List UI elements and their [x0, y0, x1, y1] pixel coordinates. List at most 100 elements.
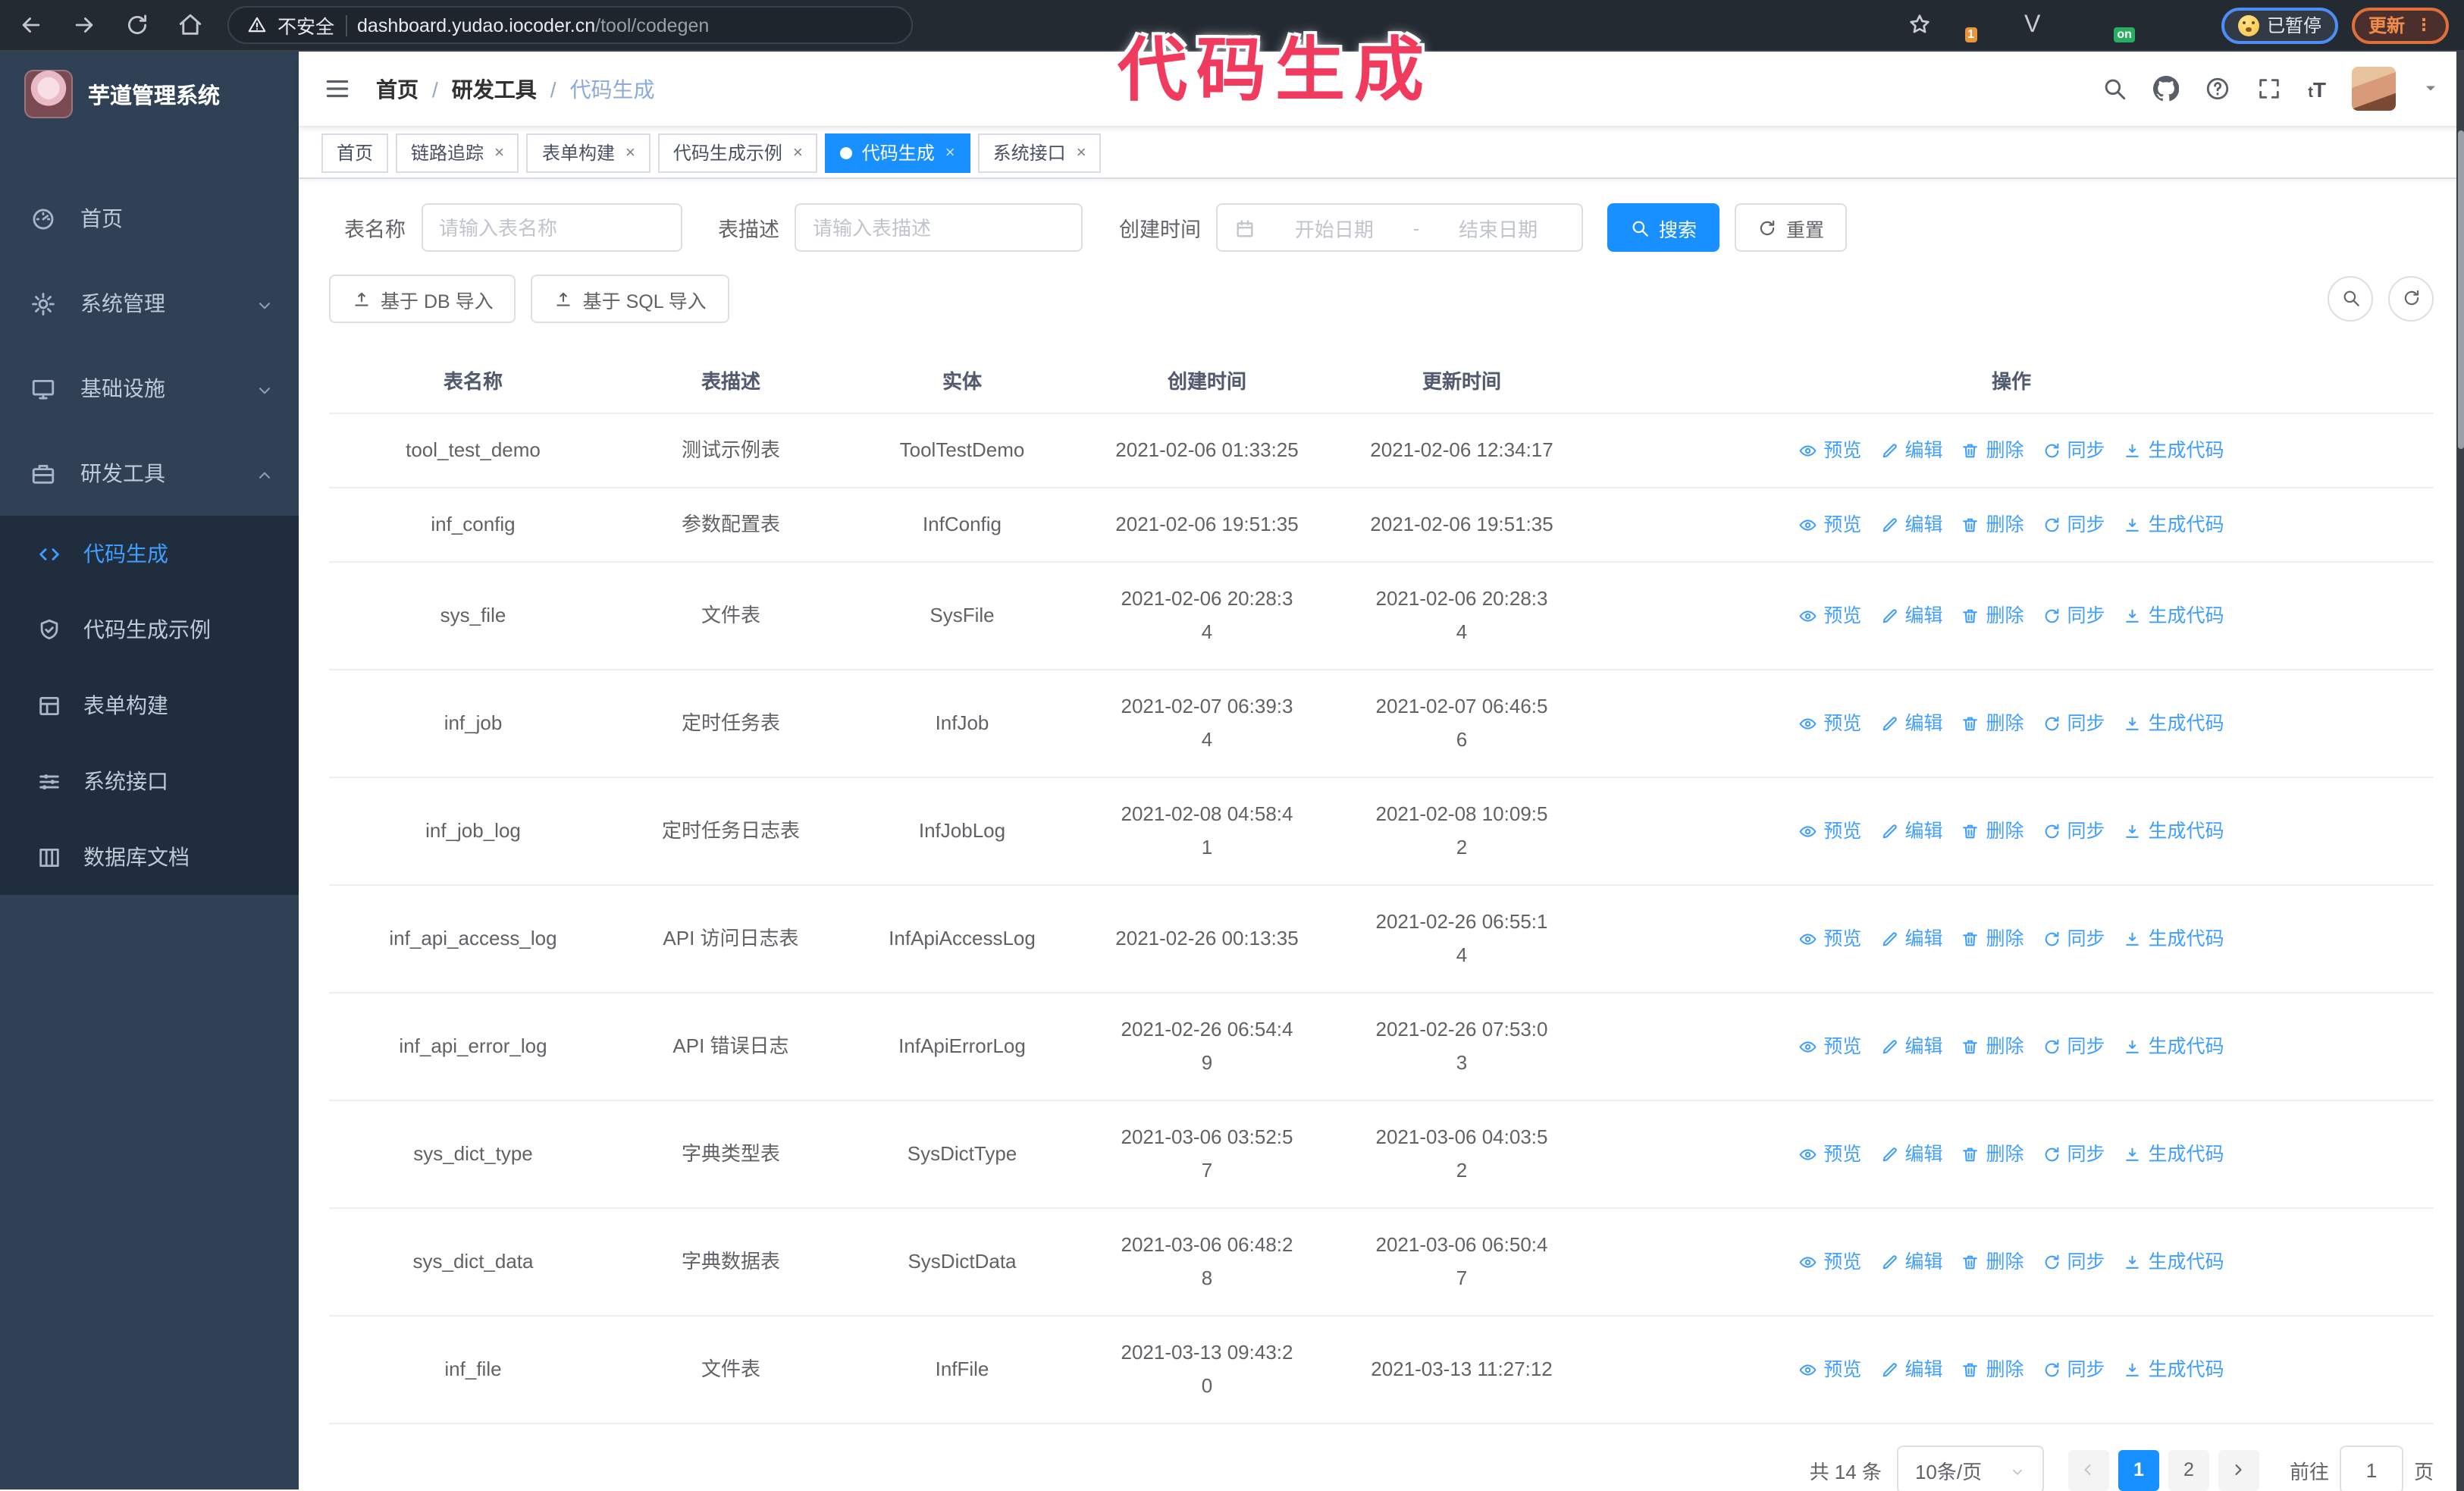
caret-down-icon[interactable]: [2422, 75, 2440, 102]
close-icon[interactable]: ×: [1077, 143, 1086, 162]
sync-link[interactable]: 同步: [2042, 1245, 2105, 1279]
search-button[interactable]: 搜索: [1607, 203, 1720, 252]
sync-link[interactable]: 同步: [2042, 508, 2105, 541]
page-button-1[interactable]: 1: [2118, 1449, 2159, 1490]
scrollbar-thumb[interactable]: [2457, 130, 2463, 449]
sql-import-button[interactable]: 基于 SQL 导入: [531, 275, 729, 323]
preview-link[interactable]: 预览: [1798, 1138, 1861, 1171]
close-icon[interactable]: ×: [625, 143, 635, 162]
extension-check-icon[interactable]: V: [2024, 12, 2050, 38]
generate-code-link[interactable]: 生成代码: [2124, 508, 2224, 541]
sync-link[interactable]: 同步: [2042, 1030, 2105, 1063]
avatar[interactable]: [2352, 67, 2396, 111]
sidebar-item-研发工具[interactable]: 研发工具: [0, 431, 299, 516]
preview-link[interactable]: 预览: [1798, 1245, 1861, 1279]
prev-page-button[interactable]: [2067, 1449, 2109, 1490]
next-page-button[interactable]: [2218, 1449, 2259, 1490]
browser-back-icon[interactable]: [18, 11, 44, 39]
edit-link[interactable]: 编辑: [1879, 1353, 1942, 1386]
delete-link[interactable]: 删除: [1961, 1030, 2024, 1063]
page-button-2[interactable]: 2: [2168, 1449, 2209, 1490]
delete-link[interactable]: 删除: [1961, 922, 2024, 956]
toggle-search-button[interactable]: [2328, 276, 2373, 322]
search-icon[interactable]: [2102, 75, 2127, 102]
sync-link[interactable]: 同步: [2042, 1353, 2105, 1386]
edit-link[interactable]: 编辑: [1879, 508, 1942, 541]
preview-link[interactable]: 预览: [1798, 1353, 1861, 1386]
app-logo-row[interactable]: 芋道管理系统: [0, 52, 299, 137]
preview-link[interactable]: 预览: [1798, 508, 1861, 541]
edit-link[interactable]: 编辑: [1879, 1138, 1942, 1171]
bookmark-star-icon[interactable]: [1908, 11, 1932, 39]
tab-表单构建[interactable]: 表单构建 ×: [526, 133, 650, 172]
refresh-table-button[interactable]: [2388, 276, 2434, 322]
close-icon[interactable]: ×: [945, 143, 955, 162]
delete-link[interactable]: 删除: [1961, 1245, 2024, 1279]
github-icon[interactable]: [2153, 75, 2180, 102]
sidebar-item-基础设施[interactable]: 基础设施: [0, 346, 299, 431]
delete-link[interactable]: 删除: [1961, 508, 2024, 541]
address-bar[interactable]: 不安全 dashboard.yudao.iocoder.cn/tool/code…: [227, 6, 913, 44]
delete-link[interactable]: 删除: [1961, 599, 2024, 632]
reset-button[interactable]: 重置: [1735, 203, 1848, 252]
edit-link[interactable]: 编辑: [1879, 1245, 1942, 1279]
breadcrumb-item[interactable]: 首页: [376, 74, 419, 104]
delete-link[interactable]: 删除: [1961, 707, 2024, 740]
extension-android-icon[interactable]: [2143, 12, 2168, 38]
preview-link[interactable]: 预览: [1798, 922, 1861, 956]
extension-on-icon[interactable]: on: [2103, 12, 2135, 42]
generate-code-link[interactable]: 生成代码: [2124, 1030, 2224, 1063]
extension-columns-icon[interactable]: [2064, 12, 2089, 38]
help-icon[interactable]: [2205, 75, 2230, 102]
font-size-icon[interactable]: tT: [2308, 77, 2326, 101]
preview-link[interactable]: 预览: [1798, 1030, 1861, 1063]
sidebar-subitem-数据库文档[interactable]: 数据库文档: [0, 819, 299, 895]
generate-code-link[interactable]: 生成代码: [2124, 707, 2224, 740]
db-import-button[interactable]: 基于 DB 导入: [329, 275, 516, 323]
delete-link[interactable]: 删除: [1961, 815, 2024, 848]
sidebar-item-系统管理[interactable]: 系统管理: [0, 261, 299, 346]
sync-link[interactable]: 同步: [2042, 815, 2105, 848]
breadcrumb-item[interactable]: 研发工具: [452, 74, 537, 104]
edit-link[interactable]: 编辑: [1879, 707, 1942, 740]
update-button[interactable]: 更新 ⋮: [2351, 7, 2449, 43]
paused-badge[interactable]: 已暂停: [2221, 7, 2338, 43]
tab-系统接口[interactable]: 系统接口 ×: [977, 133, 1102, 172]
browser-home-icon[interactable]: [177, 11, 203, 39]
delete-link[interactable]: 删除: [1961, 434, 2024, 467]
preview-link[interactable]: 预览: [1798, 815, 1861, 848]
browser-forward-icon[interactable]: [71, 11, 97, 39]
generate-code-link[interactable]: 生成代码: [2124, 922, 2224, 956]
sync-link[interactable]: 同步: [2042, 1138, 2105, 1171]
generate-code-link[interactable]: 生成代码: [2124, 815, 2224, 848]
generate-code-link[interactable]: 生成代码: [2124, 434, 2224, 467]
sync-link[interactable]: 同步: [2042, 922, 2105, 956]
tab-首页[interactable]: 首页: [321, 133, 389, 172]
close-icon[interactable]: ×: [793, 143, 803, 162]
edit-link[interactable]: 编辑: [1879, 815, 1942, 848]
page-size-select[interactable]: 10条/页: [1896, 1445, 2044, 1491]
tab-代码生成示例[interactable]: 代码生成示例 ×: [657, 133, 818, 172]
edit-link[interactable]: 编辑: [1879, 434, 1942, 467]
hamburger-icon[interactable]: [323, 74, 352, 103]
sidebar-subitem-表单构建[interactable]: 表单构建: [0, 667, 299, 743]
preview-link[interactable]: 预览: [1798, 707, 1861, 740]
sidebar-subitem-系统接口[interactable]: 系统接口: [0, 743, 299, 819]
close-icon[interactable]: ×: [494, 143, 504, 162]
edit-link[interactable]: 编辑: [1879, 599, 1942, 632]
extension-puzzle-icon[interactable]: [2182, 12, 2208, 38]
fullscreen-icon[interactable]: [2256, 75, 2282, 102]
browser-reload-icon[interactable]: [124, 11, 150, 39]
sidebar-item-首页[interactable]: 首页: [0, 176, 299, 261]
preview-link[interactable]: 预览: [1798, 599, 1861, 632]
generate-code-link[interactable]: 生成代码: [2124, 1245, 2224, 1279]
sidebar-subitem-代码生成示例[interactable]: 代码生成示例: [0, 592, 299, 667]
tab-链路追踪[interactable]: 链路追踪 ×: [396, 133, 519, 172]
preview-link[interactable]: 预览: [1798, 434, 1861, 467]
page-scrollbar[interactable]: [2456, 52, 2464, 1491]
sync-link[interactable]: 同步: [2042, 707, 2105, 740]
generate-code-link[interactable]: 生成代码: [2124, 1138, 2224, 1171]
date-range-picker[interactable]: 开始日期 - 结束日期: [1216, 203, 1583, 252]
kebab-menu-icon[interactable]: ⋮: [2415, 15, 2432, 35]
edit-link[interactable]: 编辑: [1879, 1030, 1942, 1063]
